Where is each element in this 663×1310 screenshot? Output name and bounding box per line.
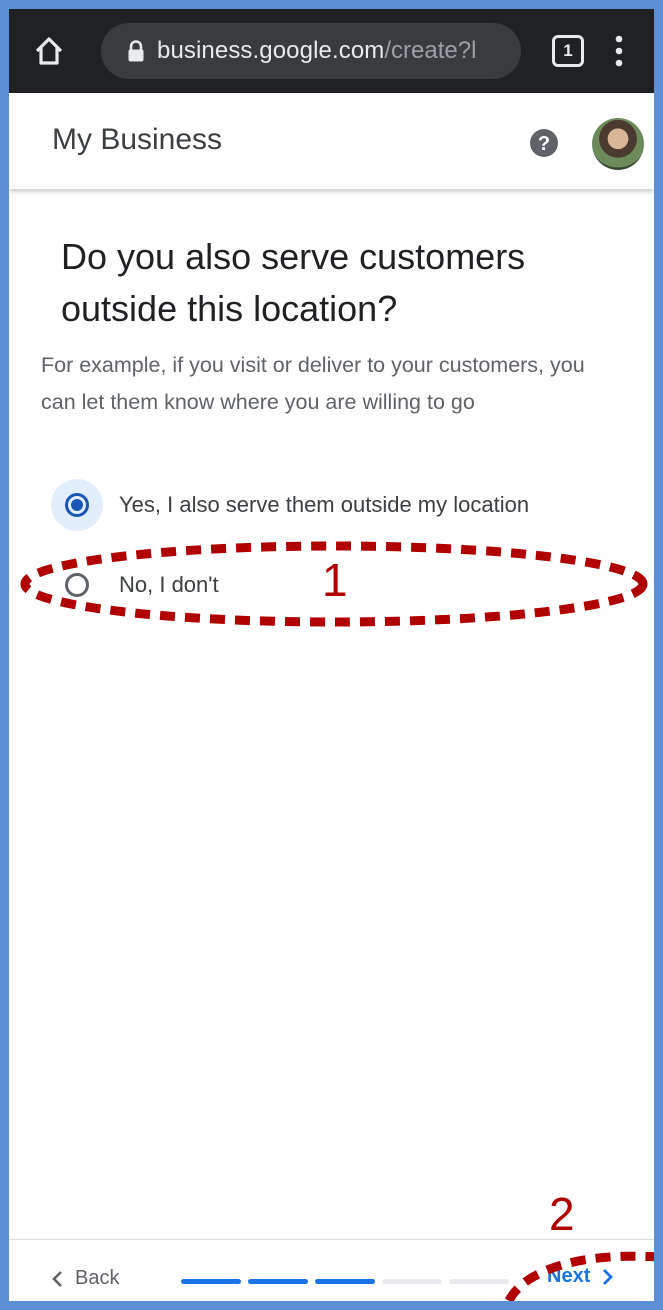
lock-icon — [128, 40, 144, 62]
next-button[interactable]: Next — [547, 1265, 614, 1288]
back-button[interactable]: Back — [51, 1267, 119, 1290]
more-options-icon[interactable] — [613, 33, 625, 69]
url-path: /create?l — [384, 37, 477, 64]
progress-segment — [382, 1279, 442, 1284]
tab-count: 1 — [563, 41, 573, 60]
next-label: Next — [547, 1265, 591, 1287]
app-frame: business.google.com/create?l 1 My Busine… — [0, 0, 663, 1310]
annotation-number-1: 1 — [322, 554, 348, 606]
browser-toolbar: business.google.com/create?l 1 — [9, 9, 654, 93]
progress-segment — [248, 1279, 308, 1284]
annotation-number-2: 2 — [549, 1188, 575, 1240]
address-bar[interactable]: business.google.com/create?l — [101, 23, 521, 79]
question-helper-text: For example, if you visit or deliver to … — [41, 353, 585, 414]
svg-text:?: ? — [538, 133, 550, 155]
chevron-right-icon — [603, 1268, 614, 1285]
radio-option-yes[interactable]: Yes, I also serve them outside my locati… — [51, 479, 529, 531]
tab-switcher-icon[interactable]: 1 — [552, 35, 584, 67]
radio-label-no: No, I don't — [119, 572, 219, 597]
back-label: Back — [75, 1267, 120, 1289]
radio-label-yes: Yes, I also serve them outside my locati… — [119, 492, 530, 517]
app-title: My Business — [52, 123, 223, 156]
help-icon[interactable]: ? — [529, 128, 559, 158]
chevron-left-icon — [52, 1270, 62, 1287]
home-icon[interactable] — [29, 31, 69, 71]
url-domain: business.google.com — [157, 37, 385, 64]
avatar[interactable] — [592, 118, 644, 170]
app-header: My Business ? — [9, 93, 654, 189]
progress-segment — [181, 1279, 241, 1284]
radio-button-selected[interactable] — [51, 479, 103, 531]
radio-button-unselected[interactable] — [51, 559, 103, 611]
question-title: Do you also serve customers outside this… — [61, 236, 526, 329]
radio-option-no[interactable]: No, I don't — [51, 559, 219, 611]
progress-indicator — [181, 1279, 509, 1284]
progress-segment — [315, 1279, 375, 1284]
progress-segment — [449, 1279, 509, 1284]
